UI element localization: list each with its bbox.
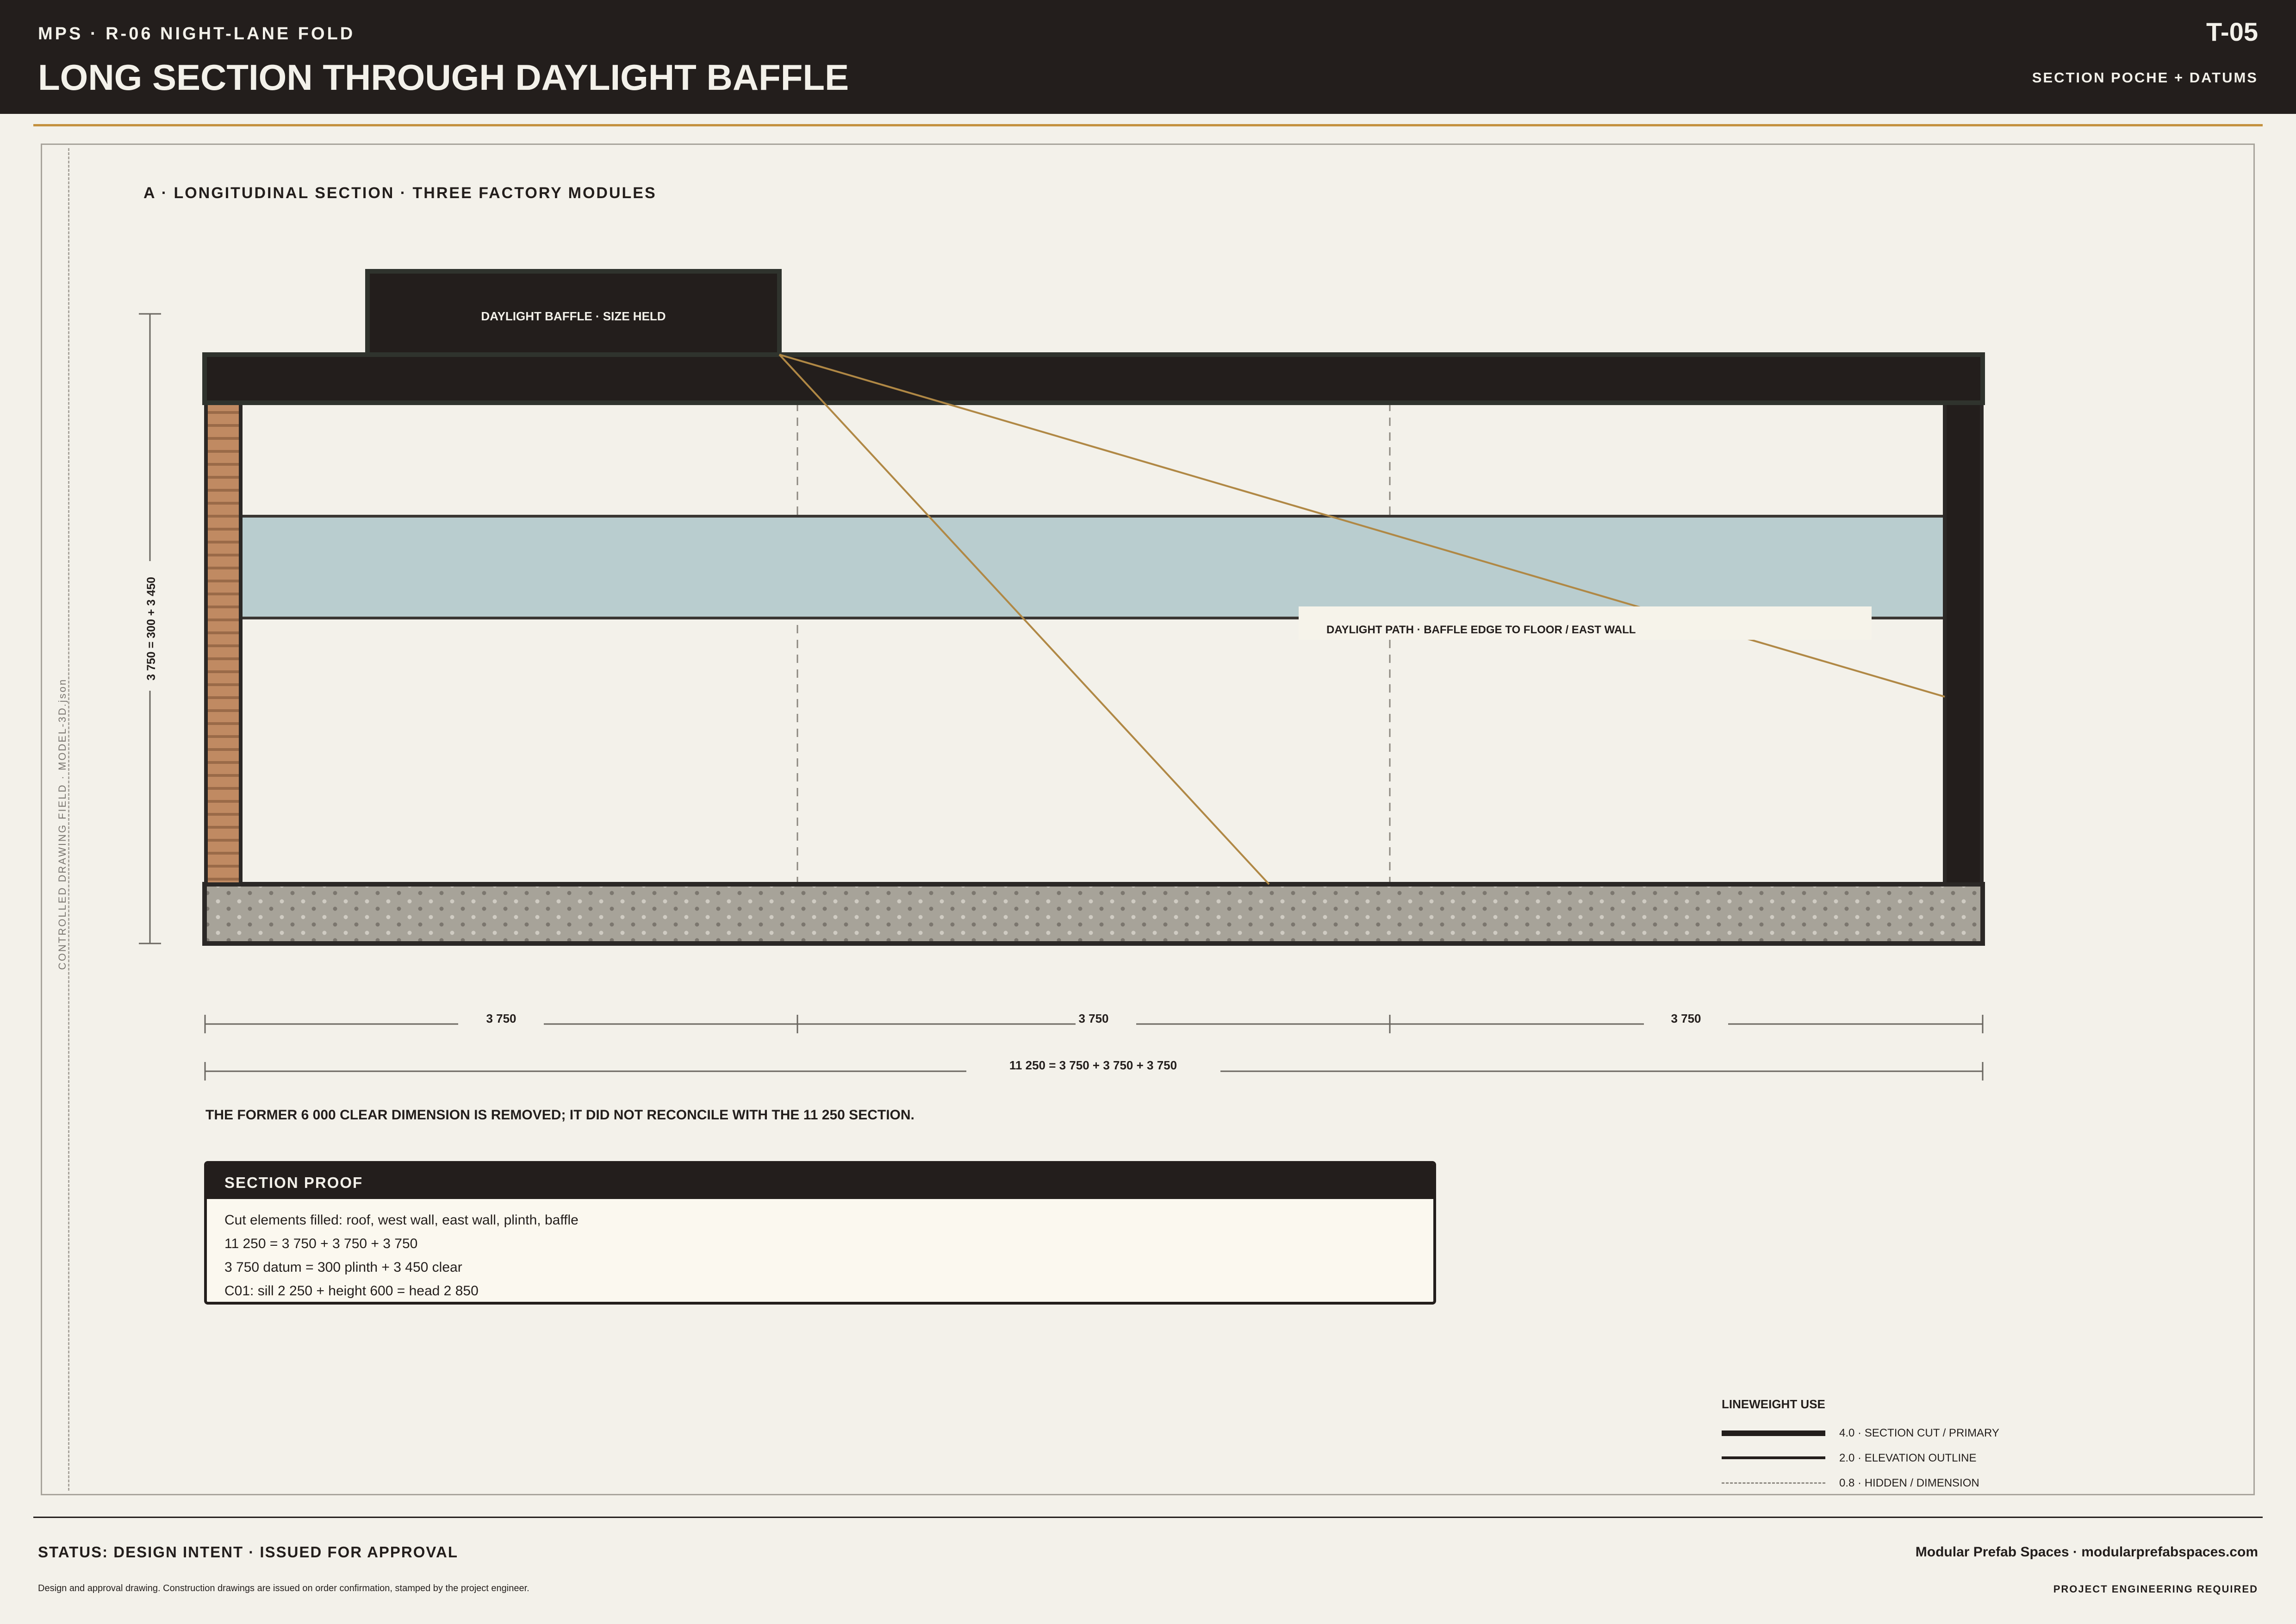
lineweight-legend-title: LINEWEIGHT USE bbox=[1722, 1397, 1825, 1411]
proof-line: C01: sill 2 250 + height 600 = head 2 85… bbox=[224, 1283, 479, 1299]
legend-label: 0.8 · HIDDEN / DIMENSION bbox=[1839, 1477, 1979, 1489]
footer-rule bbox=[33, 1517, 2263, 1518]
legend-item-section-cut: 4.0 · SECTION CUT / PRIMARY bbox=[1722, 1424, 2046, 1443]
footer-disclaimer: Design and approval drawing. Constructio… bbox=[38, 1583, 529, 1593]
section-drawing: DAYLIGHT BAFFLE · SIZE HELD DAYLIGHT PAT… bbox=[139, 269, 1985, 1081]
engineering-notice: PROJECT ENGINEERING REQUIRED bbox=[2053, 1583, 2258, 1595]
revision-note: THE FORMER 6 000 CLEAR DIMENSION IS REMO… bbox=[205, 1107, 915, 1123]
daylight-path-label: DAYLIGHT PATH · BAFFLE EDGE TO FLOOR / E… bbox=[1326, 624, 1636, 636]
glazing-band bbox=[239, 515, 1946, 619]
legend-swatch-heavy bbox=[1722, 1430, 1825, 1436]
issue-status: STATUS: DESIGN INTENT · ISSUED FOR APPRO… bbox=[38, 1543, 458, 1561]
baffle-label: DAYLIGHT BAFFLE · SIZE HELD bbox=[481, 309, 666, 323]
legend-label: 2.0 · ELEVATION OUTLINE bbox=[1839, 1452, 1977, 1464]
legend-swatch-dashed bbox=[1722, 1482, 1825, 1484]
section-proof-panel: SECTION PROOF Cut elements filled: roof,… bbox=[204, 1161, 1436, 1305]
proof-line: 11 250 = 3 750 + 3 750 + 3 750 bbox=[224, 1236, 418, 1251]
module-dimension-2: 3 750 bbox=[1078, 1012, 1108, 1025]
legend-swatch-medium bbox=[1722, 1456, 1825, 1459]
plinth-cut bbox=[202, 882, 1985, 946]
west-wall-cut bbox=[204, 401, 243, 886]
module-dimension-3: 3 750 bbox=[1671, 1012, 1701, 1025]
section-proof-title: SECTION PROOF bbox=[207, 1164, 1433, 1199]
overall-dimension-label: 11 250 = 3 750 + 3 750 + 3 750 bbox=[1009, 1058, 1177, 1072]
proof-line: Cut elements filled: roof, west wall, ea… bbox=[224, 1212, 579, 1228]
legend-item-hidden: 0.8 · HIDDEN / DIMENSION bbox=[1722, 1474, 2046, 1493]
proof-line: 3 750 datum = 300 plinth + 3 450 clear bbox=[224, 1260, 462, 1275]
legend-label: 4.0 · SECTION CUT / PRIMARY bbox=[1839, 1427, 1999, 1439]
company-name: Modular Prefab Spaces · modularprefabspa… bbox=[1915, 1544, 2258, 1560]
height-dimension-label: 3 750 = 300 + 3 450 bbox=[145, 577, 158, 681]
east-wall-cut bbox=[1943, 401, 1984, 886]
legend-item-elevation: 2.0 · ELEVATION OUTLINE bbox=[1722, 1449, 2046, 1468]
module-dimension-1: 3 750 bbox=[486, 1012, 516, 1025]
roof-cut bbox=[202, 352, 1985, 405]
